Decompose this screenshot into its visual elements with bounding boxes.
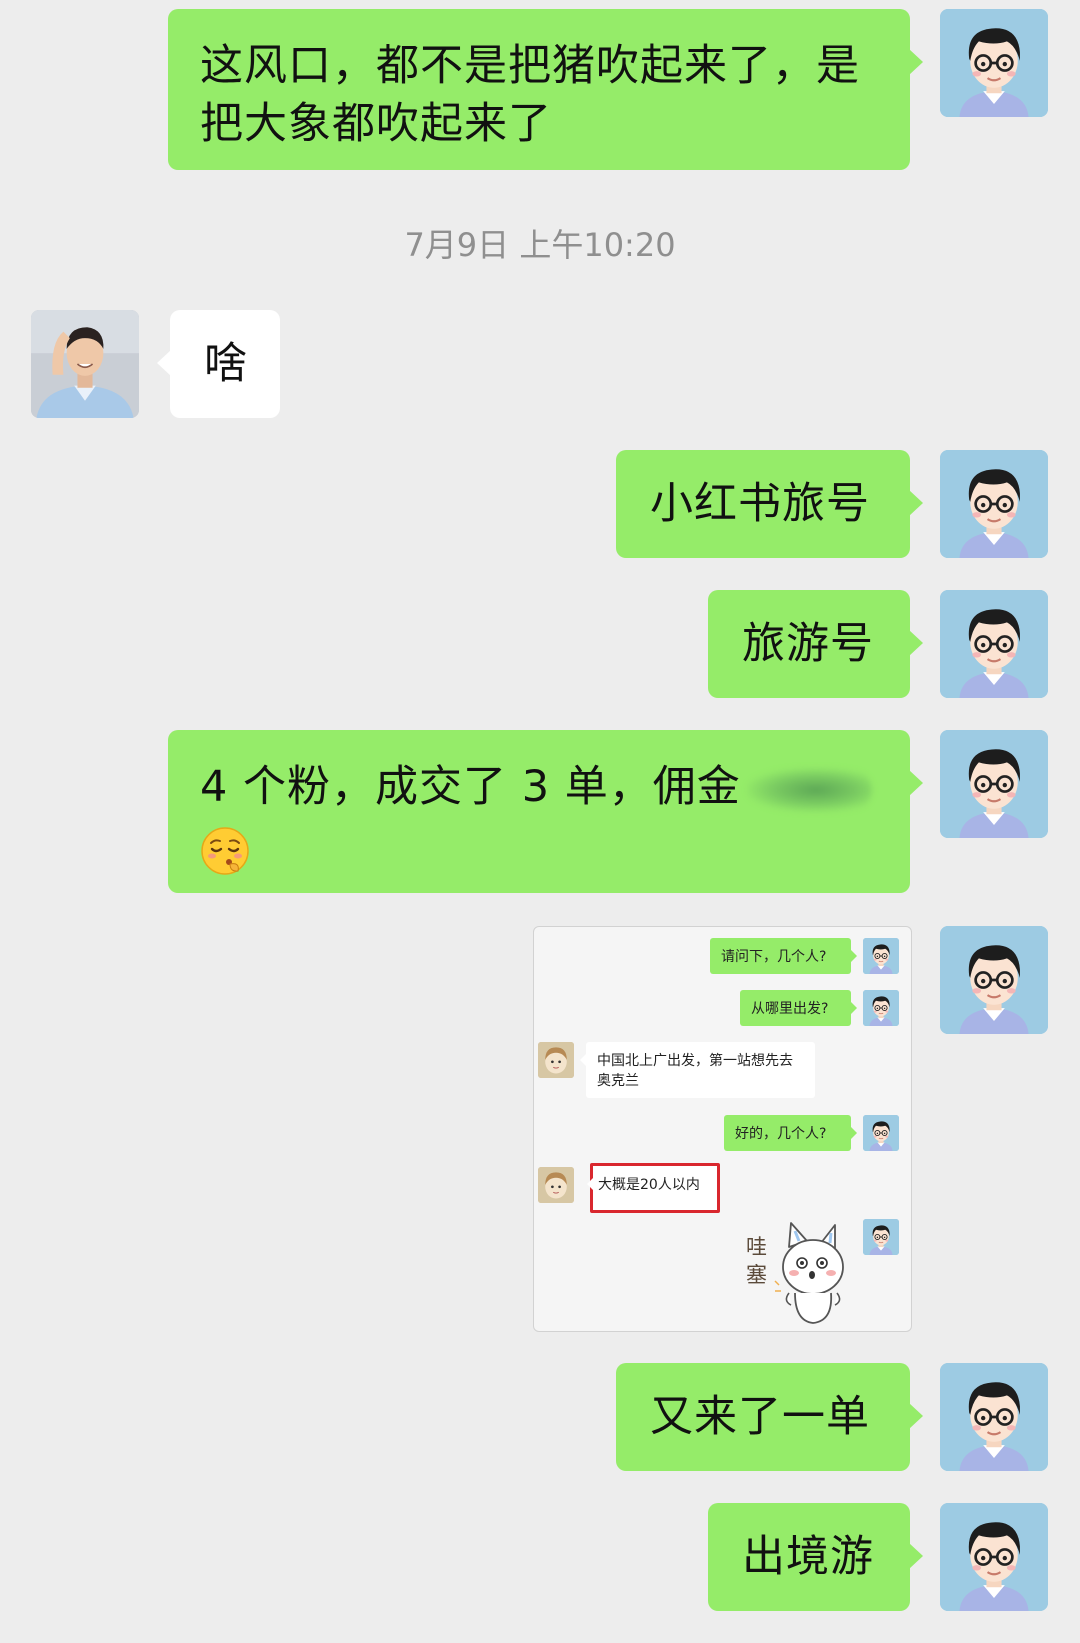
- message-bubble[interactable]: 啥: [157, 310, 280, 418]
- message-bubble[interactable]: 出境游: [708, 1503, 923, 1611]
- cartoon-avatar-image: [940, 590, 1048, 698]
- mini-my-avatar: [863, 1219, 899, 1255]
- cat-sticker: [774, 1222, 844, 1324]
- cartoon-avatar-image: [863, 938, 899, 974]
- mini-message-bubble: 中国北上广出发，第一站想先去 奥克兰: [580, 1042, 815, 1098]
- screenshot-image[interactable]: 请问下，几个人? 从哪里出发? 中国北上广出发，第一站想先去 奥克兰 好的，几个…: [533, 926, 912, 1332]
- blurred-amount: [746, 767, 872, 812]
- highlighted-message-bubble: 大概是20人以内: [587, 1163, 720, 1213]
- cartoon-avatar-image: [863, 1219, 899, 1255]
- mini-contact-avatar: [538, 1042, 574, 1078]
- mini-my-avatar: [863, 1115, 899, 1151]
- mini-message-text: 请问下，几个人?: [721, 949, 827, 965]
- mini-message-text: 奥克兰: [597, 1073, 639, 1089]
- cartoon-avatar-image: [863, 990, 899, 1026]
- mini-message-bubble: 请问下，几个人?: [710, 938, 857, 974]
- message-text: 又来了一单: [650, 1392, 870, 1442]
- contact-avatar[interactable]: [31, 310, 139, 418]
- mini-message-text: 好的，几个人?: [735, 1126, 827, 1142]
- message-text: 出境游: [742, 1532, 874, 1582]
- mini-message-bubble: 从哪里出发?: [740, 990, 857, 1026]
- mini-message-bubble: 好的，几个人?: [724, 1115, 857, 1151]
- message-text: 4 个粉，成交了 3 单，佣金: [200, 762, 741, 812]
- message-text-line: 把大象都吹起来了: [200, 99, 552, 149]
- message-bubble[interactable]: 小红书旅号: [616, 450, 923, 558]
- my-avatar[interactable]: [940, 9, 1048, 117]
- cartoon-avatar-image: [940, 450, 1048, 558]
- cartoon-avatar-image: [940, 926, 1048, 1034]
- mini-message-text: 大概是20人以内: [598, 1177, 700, 1193]
- mini-my-avatar: [863, 990, 899, 1026]
- message-bubble[interactable]: 4 个粉，成交了 3 单，佣金: [168, 730, 923, 893]
- cartoon-avatar-image: [940, 1363, 1048, 1471]
- cartoon-avatar-image: [940, 730, 1048, 838]
- message-text: 旅游号: [742, 619, 874, 669]
- relieved-face-emoji: [201, 826, 249, 875]
- my-avatar[interactable]: [940, 590, 1048, 698]
- message-text: 啥: [204, 339, 248, 389]
- my-avatar[interactable]: [940, 926, 1048, 1034]
- message-text: 小红书旅号: [650, 479, 870, 529]
- message-bubble[interactable]: 旅游号: [708, 590, 923, 698]
- mini-message-text: 中国北上广出发，第一站想先去: [597, 1053, 793, 1069]
- mini-message-text: 从哪里出发?: [751, 1001, 829, 1017]
- message-bubble[interactable]: 又来了一单: [616, 1363, 923, 1471]
- cartoon-avatar-image: [940, 1503, 1048, 1611]
- my-avatar[interactable]: [940, 730, 1048, 838]
- mini-contact-avatar: [538, 1167, 574, 1203]
- cartoon-avatar-image: [940, 9, 1048, 117]
- my-avatar[interactable]: [940, 1503, 1048, 1611]
- message-text-line: 这风口，都不是把猪吹起来了，是: [200, 41, 860, 91]
- timestamp: 7月9日 上午10:20: [404, 226, 676, 264]
- contact-photo: [31, 310, 139, 418]
- mini-my-avatar: [863, 938, 899, 974]
- cartoon-avatar-image: [863, 1115, 899, 1151]
- my-avatar[interactable]: [940, 1363, 1048, 1471]
- message-bubble[interactable]: 这风口，都不是把猪吹起来了，是 把大象都吹起来了: [168, 9, 923, 170]
- my-avatar[interactable]: [940, 450, 1048, 558]
